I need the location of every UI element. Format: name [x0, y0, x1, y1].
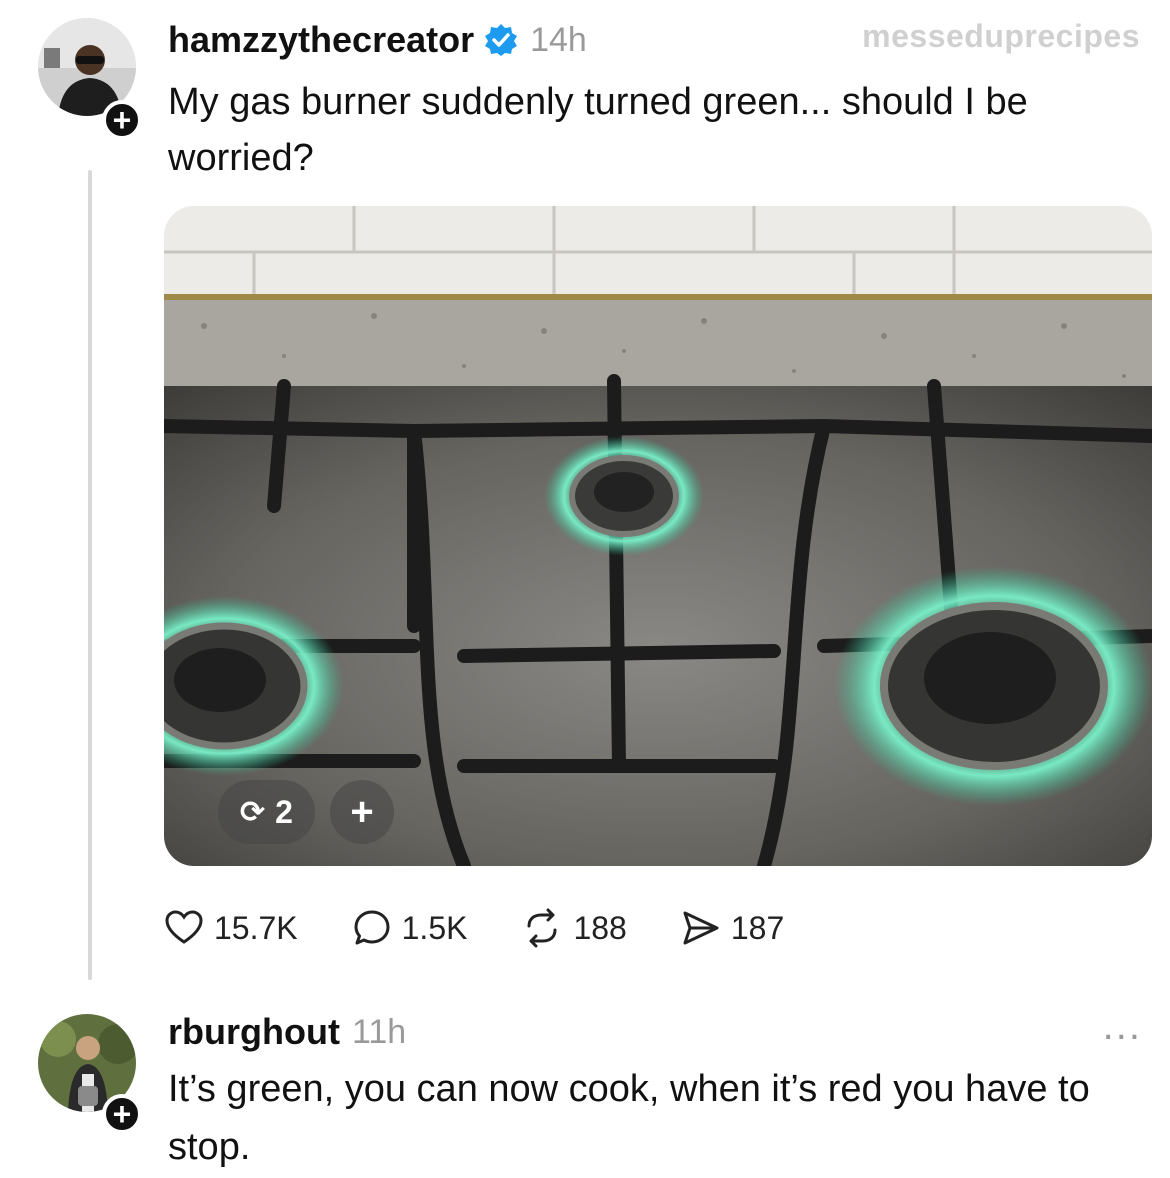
repost-icon — [527, 908, 557, 948]
comment-icon — [354, 910, 390, 945]
follow-button[interactable]: + — [102, 1094, 142, 1134]
verified-badge-icon — [485, 24, 518, 56]
burner-center — [544, 436, 704, 556]
like-count: 15.7K — [214, 909, 298, 946]
image-count-label: 2 — [275, 793, 293, 830]
reply-time: 11h — [351, 1012, 407, 1051]
plus-icon: + — [350, 789, 374, 834]
repost-count: 188 — [573, 909, 627, 946]
reply-username[interactable]: rburghout — [168, 1011, 340, 1053]
comment-button[interactable]: 1.5K — [352, 908, 468, 948]
post-actions: 15.7K 1.5K 188 187 — [164, 900, 838, 956]
post-text: My gas burner suddenly turned green... s… — [168, 81, 1028, 179]
follow-plus-icon: + — [112, 1096, 132, 1132]
follow-button[interactable]: + — [102, 100, 142, 140]
reply-text: It’s green, you can now cook, when it’s … — [168, 1068, 1090, 1168]
like-button[interactable]: 15.7K — [164, 908, 298, 948]
more-options-button[interactable]: ... — [1103, 1004, 1142, 1049]
thread-line — [88, 170, 92, 980]
image-repost-count[interactable]: ⟳ 2 — [218, 780, 315, 844]
send-icon — [683, 911, 719, 945]
gas-stove-photo — [164, 206, 1152, 866]
image-add-button[interactable]: + — [330, 780, 394, 844]
repost-button[interactable]: 188 — [521, 908, 627, 948]
share-button[interactable]: 187 — [681, 908, 784, 948]
post-header: hamzzythecreator 14h — [168, 14, 587, 66]
share-count: 187 — [730, 909, 785, 946]
comment-count: 1.5K — [401, 909, 468, 946]
repost-icon: ⟳ — [240, 795, 266, 829]
post-image[interactable]: ⟳ 2 + — [164, 206, 1152, 866]
reply-header: rburghout 11h — [168, 1006, 406, 1058]
post-time: 14h — [530, 20, 587, 59]
follow-plus-icon: + — [112, 102, 132, 138]
post-username[interactable]: hamzzythecreator — [168, 19, 474, 61]
watermark: messeduprecipes — [862, 18, 1140, 54]
heart-icon — [165, 910, 203, 944]
more-icon: ... — [1102, 1004, 1142, 1048]
burner-right — [834, 566, 1152, 806]
